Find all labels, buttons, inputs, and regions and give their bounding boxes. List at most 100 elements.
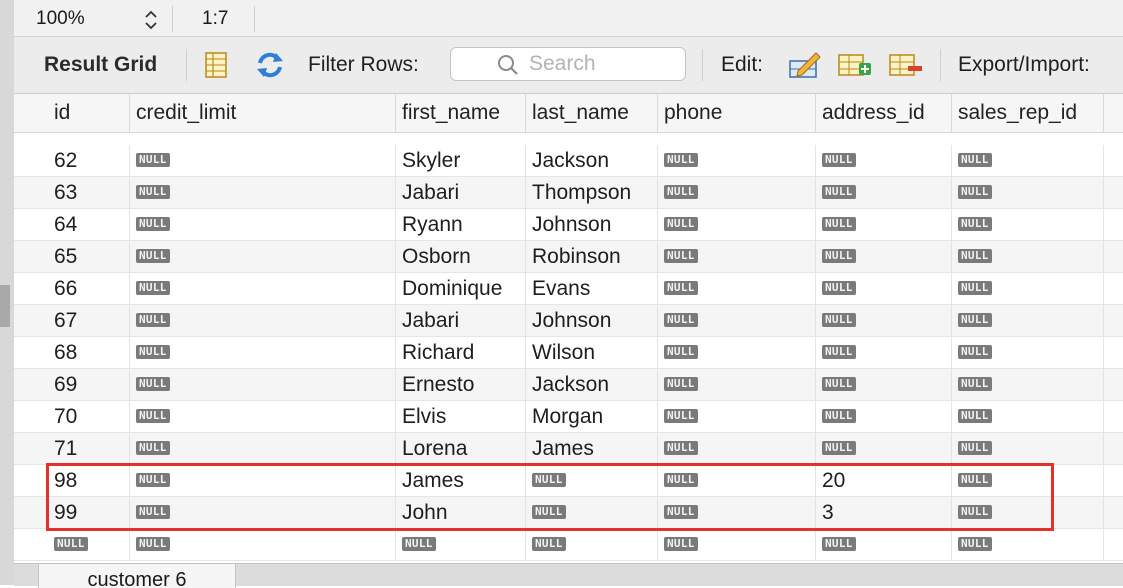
cell-sales-rep-id[interactable]: NULL bbox=[952, 305, 1104, 336]
cell-address-id[interactable]: NULL bbox=[816, 145, 952, 176]
cell-phone[interactable]: NULL bbox=[658, 209, 816, 240]
table-row[interactable]: 67 NULL Jabari Johnson NULL NULL NULL bbox=[14, 305, 1123, 337]
cell-address-id[interactable]: NULL bbox=[816, 401, 952, 432]
cell-last-name[interactable]: Jackson bbox=[526, 369, 658, 400]
cell-sales-rep-id[interactable]: NULL bbox=[952, 177, 1104, 208]
cell-credit-limit[interactable]: NULL bbox=[130, 241, 396, 272]
cell-credit-limit[interactable]: NULL bbox=[130, 145, 396, 176]
cell-sales-rep-id[interactable]: NULL bbox=[952, 401, 1104, 432]
cell-phone[interactable]: NULL bbox=[658, 241, 816, 272]
cell-phone[interactable]: NULL bbox=[658, 369, 816, 400]
cell-address-id[interactable]: 20 bbox=[816, 465, 952, 496]
cell-last-name[interactable]: James bbox=[526, 433, 658, 464]
cell-id[interactable]: 66 bbox=[48, 273, 130, 304]
cell-sales-rep-id[interactable]: NULL bbox=[952, 529, 1104, 560]
cell-address-id[interactable]: NULL bbox=[816, 529, 952, 560]
cell-credit-limit[interactable]: NULL bbox=[130, 209, 396, 240]
cell-credit-limit[interactable]: NULL bbox=[130, 401, 396, 432]
cell-phone[interactable]: NULL bbox=[658, 177, 816, 208]
search-input[interactable] bbox=[529, 52, 679, 76]
cell-first-name[interactable]: James bbox=[396, 465, 526, 496]
cell-address-id[interactable]: 3 bbox=[816, 497, 952, 528]
cell-phone[interactable]: NULL bbox=[658, 433, 816, 464]
cell-first-name[interactable]: Richard bbox=[396, 337, 526, 368]
edit-cell-icon[interactable] bbox=[788, 49, 821, 81]
cell-id[interactable]: 67 bbox=[48, 305, 130, 336]
table-row[interactable]: 65 NULL Osborn Robinson NULL NULL NULL bbox=[14, 241, 1123, 273]
cell-first-name[interactable]: Elvis bbox=[396, 401, 526, 432]
cell-address-id[interactable]: NULL bbox=[816, 369, 952, 400]
cell-phone[interactable]: NULL bbox=[658, 305, 816, 336]
cell-last-name[interactable]: Thompson bbox=[526, 177, 658, 208]
table-row[interactable]: 62 NULL Skyler Jackson NULL NULL NULL bbox=[14, 145, 1123, 177]
cell-first-name[interactable]: Dominique bbox=[396, 273, 526, 304]
cell-phone[interactable]: NULL bbox=[658, 273, 816, 304]
cell-address-id[interactable]: NULL bbox=[816, 337, 952, 368]
cell-address-id[interactable]: NULL bbox=[816, 209, 952, 240]
column-header-address-id[interactable]: address_id bbox=[816, 94, 952, 132]
cell-sales-rep-id[interactable]: NULL bbox=[952, 369, 1104, 400]
cell-address-id[interactable]: NULL bbox=[816, 273, 952, 304]
tab-customer-6[interactable]: customer 6 bbox=[38, 564, 236, 588]
column-header-last-name[interactable]: last_name bbox=[526, 94, 658, 132]
table-row[interactable]: 63 NULL Jabari Thompson NULL NULL NULL bbox=[14, 177, 1123, 209]
cell-last-name[interactable]: Johnson bbox=[526, 209, 658, 240]
cell-id[interactable]: 70 bbox=[48, 401, 130, 432]
cell-last-name[interactable]: Wilson bbox=[526, 337, 658, 368]
cell-address-id[interactable]: NULL bbox=[816, 241, 952, 272]
column-header-sales-rep-id[interactable]: sales_rep_id bbox=[952, 94, 1104, 132]
cell-id[interactable]: 99 bbox=[48, 497, 130, 528]
cell-id[interactable]: 68 bbox=[48, 337, 130, 368]
column-header-first-name[interactable]: first_name bbox=[396, 94, 526, 132]
cell-first-name[interactable]: Jabari bbox=[396, 305, 526, 336]
cell-phone[interactable]: NULL bbox=[658, 529, 816, 560]
cell-credit-limit[interactable]: NULL bbox=[130, 273, 396, 304]
cell-first-name[interactable]: Lorena bbox=[396, 433, 526, 464]
cell-credit-limit[interactable]: NULL bbox=[130, 177, 396, 208]
cell-last-name[interactable]: Evans bbox=[526, 273, 658, 304]
table-row[interactable]: 70 NULL Elvis Morgan NULL NULL NULL bbox=[14, 401, 1123, 433]
cell-phone[interactable]: NULL bbox=[658, 497, 816, 528]
table-row[interactable]: NULL NULL NULL NULL NULL NULL NULL bbox=[14, 529, 1123, 561]
column-header-id[interactable]: id bbox=[48, 94, 130, 132]
delete-row-icon[interactable] bbox=[888, 49, 922, 81]
cell-first-name[interactable]: Ernesto bbox=[396, 369, 526, 400]
cell-credit-limit[interactable]: NULL bbox=[130, 529, 396, 560]
table-row[interactable]: 98 NULL James NULL NULL 20 NULL bbox=[14, 465, 1123, 497]
cell-id[interactable]: 64 bbox=[48, 209, 130, 240]
cell-credit-limit[interactable]: NULL bbox=[130, 369, 396, 400]
cell-last-name[interactable]: Robinson bbox=[526, 241, 658, 272]
cell-last-name[interactable]: Morgan bbox=[526, 401, 658, 432]
cell-sales-rep-id[interactable]: NULL bbox=[952, 497, 1104, 528]
cell-phone[interactable]: NULL bbox=[658, 401, 816, 432]
add-row-icon[interactable] bbox=[837, 49, 871, 81]
cell-address-id[interactable]: NULL bbox=[816, 433, 952, 464]
zoom-stepper-icon[interactable] bbox=[144, 8, 158, 32]
cell-first-name[interactable]: Skyler bbox=[396, 145, 526, 176]
cell-id[interactable]: 63 bbox=[48, 177, 130, 208]
cell-credit-limit[interactable]: NULL bbox=[130, 497, 396, 528]
cell-id[interactable]: 69 bbox=[48, 369, 130, 400]
column-header-credit-limit[interactable]: credit_limit bbox=[130, 94, 396, 132]
table-row[interactable]: 69 NULL Ernesto Jackson NULL NULL NULL bbox=[14, 369, 1123, 401]
left-scroll-thumb[interactable] bbox=[0, 285, 10, 327]
cell-sales-rep-id[interactable]: NULL bbox=[952, 433, 1104, 464]
cell-id[interactable]: 71 bbox=[48, 433, 130, 464]
column-header-phone[interactable]: phone bbox=[658, 94, 816, 132]
cell-credit-limit[interactable]: NULL bbox=[130, 337, 396, 368]
cell-sales-rep-id[interactable]: NULL bbox=[952, 337, 1104, 368]
left-scroll-strip[interactable] bbox=[0, 0, 14, 585]
cell-last-name[interactable]: NULL bbox=[526, 497, 658, 528]
cell-id[interactable]: NULL bbox=[48, 529, 130, 560]
table-row[interactable]: 68 NULL Richard Wilson NULL NULL NULL bbox=[14, 337, 1123, 369]
cell-address-id[interactable]: NULL bbox=[816, 177, 952, 208]
cell-id[interactable]: 62 bbox=[48, 145, 130, 176]
zoom-level[interactable]: 100% bbox=[36, 8, 85, 30]
cell-first-name[interactable]: Jabari bbox=[396, 177, 526, 208]
table-row[interactable]: 99 NULL John NULL NULL 3 NULL bbox=[14, 497, 1123, 529]
cell-id[interactable]: 98 bbox=[48, 465, 130, 496]
cell-sales-rep-id[interactable]: NULL bbox=[952, 241, 1104, 272]
cell-first-name[interactable]: NULL bbox=[396, 529, 526, 560]
cell-first-name[interactable]: Ryann bbox=[396, 209, 526, 240]
cell-last-name[interactable]: NULL bbox=[526, 465, 658, 496]
